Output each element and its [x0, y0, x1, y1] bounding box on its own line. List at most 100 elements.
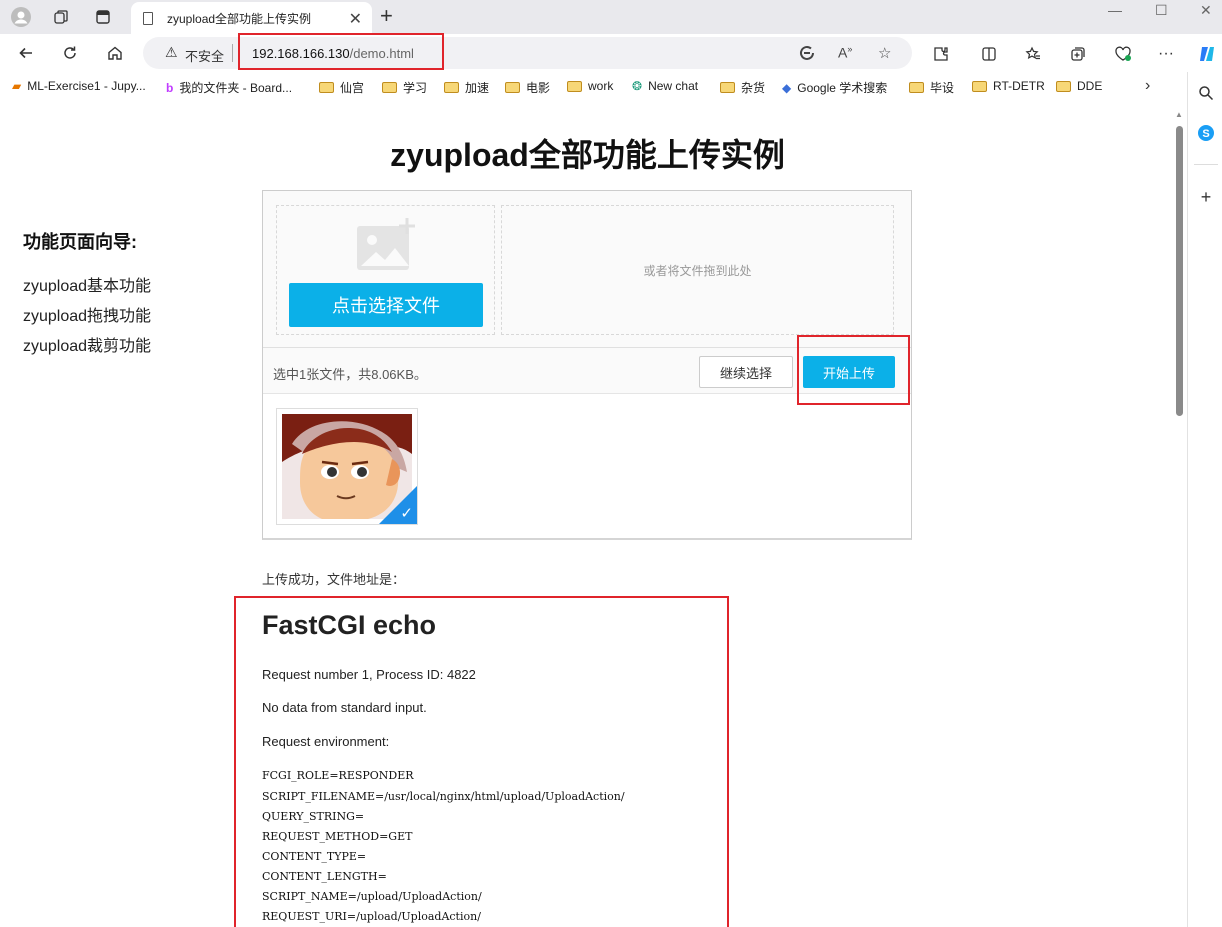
choose-file-button[interactable]: 点击选择文件	[289, 283, 483, 327]
navigation-bar: ⚠ 不安全 192.168.166.130/demo.html A» ☆ ···	[0, 34, 1222, 72]
bookmark-label: Google 学术搜索	[797, 81, 888, 95]
minimize-icon[interactable]: —	[1108, 2, 1122, 18]
bookmark-label: DDE	[1077, 79, 1103, 93]
bookmark-folder-study[interactable]: 学习	[382, 79, 427, 96]
workspaces-icon[interactable]	[50, 6, 72, 28]
drop-zone[interactable]: 或者将文件拖到此处	[501, 205, 894, 335]
back-icon[interactable]	[14, 41, 38, 65]
edge-sidebar: S +	[1187, 72, 1222, 927]
scrollbar-thumb[interactable]	[1176, 126, 1183, 416]
url-highlight-box	[238, 33, 444, 70]
warning-icon[interactable]: ⚠	[165, 44, 178, 61]
bookmark-folder-graduation[interactable]: 毕设	[909, 79, 954, 96]
bookmark-label: 电影	[526, 81, 551, 95]
bookmark-folder-speedup[interactable]: 加速	[444, 79, 489, 96]
tab-title: zyupload全部功能上传实例	[167, 11, 312, 26]
scholar-icon: ◆	[782, 80, 792, 95]
bookmark-folder-dde[interactable]: DDE	[1056, 79, 1102, 93]
home-icon[interactable]	[103, 41, 127, 65]
guide-link-crop[interactable]: zyupload裁剪功能	[23, 332, 151, 356]
env-line: QUERY_STRING=	[262, 810, 365, 823]
search-icon[interactable]	[1197, 84, 1215, 102]
bookmark-folder-rt-detr[interactable]: RT-DETR	[972, 79, 1045, 93]
profile-avatar-icon[interactable]	[10, 6, 32, 28]
bookmark-label: 学习	[403, 81, 428, 95]
start-upload-highlight-box	[797, 335, 910, 405]
bookmark-label: 加速	[465, 81, 490, 95]
bookmark-folder-xiangong[interactable]: 仙宫	[319, 79, 364, 96]
chevron-right-icon[interactable]: ›	[1145, 77, 1150, 95]
bookmark-label: ML-Exercise1 - Jupy...	[27, 79, 146, 93]
split-screen-icon[interactable]	[978, 43, 1000, 65]
close-tab-icon[interactable]: ✕	[349, 9, 362, 29]
checkmark-icon: ✓	[400, 505, 413, 522]
more-options-icon[interactable]: ···	[1155, 43, 1177, 65]
extensions-icon[interactable]	[930, 43, 952, 65]
request-number-line: Request number 1, Process ID: 4822	[262, 667, 476, 682]
folder-icon	[1056, 80, 1071, 92]
env-line: CONTENT_LENGTH=	[262, 870, 387, 883]
guide-link-drag[interactable]: zyupload拖拽功能	[23, 302, 151, 326]
vertical-scrollbar[interactable]: ▲	[1171, 102, 1187, 927]
stdin-status-line: No data from standard input.	[262, 700, 427, 715]
image-placeholder-icon	[357, 218, 415, 270]
fastcgi-heading: FastCGI echo	[262, 610, 437, 640]
thumbnail-area: ✓	[263, 395, 911, 537]
bookmark-google-scholar[interactable]: ◆ Google 学术搜索	[782, 79, 887, 96]
selection-status: 选中1张文件，共8.06KB。	[273, 367, 427, 382]
request-env-label: Request environment:	[262, 734, 390, 749]
bookmark-label: 杂货	[741, 81, 766, 95]
active-tab[interactable]: zyupload全部功能上传实例 ✕	[131, 2, 372, 34]
bookmark-label: 仙宫	[340, 81, 365, 95]
tab-actions-icon[interactable]	[92, 6, 114, 28]
svg-text:S: S	[1202, 128, 1209, 140]
favorite-star-icon[interactable]: ☆	[878, 44, 891, 62]
read-aloud-icon[interactable]: A»	[838, 44, 852, 61]
add-sidebar-app-icon[interactable]: +	[1197, 187, 1215, 207]
maximize-icon[interactable]: ☐	[1155, 2, 1168, 19]
edge-refresh-icon[interactable]	[798, 44, 816, 66]
env-line: REQUEST_METHOD=GET	[262, 830, 413, 843]
bookmark-label: New chat	[648, 79, 699, 93]
bookmark-folder-movies[interactable]: 电影	[505, 79, 550, 96]
scroll-up-arrow-icon[interactable]: ▲	[1175, 110, 1183, 119]
env-line: SCRIPT_FILENAME=/usr/local/nginx/html/up…	[262, 790, 625, 803]
guide-link-basic[interactable]: zyupload基本功能	[23, 272, 151, 296]
sidebar-divider	[1194, 164, 1218, 165]
folder-icon	[505, 82, 520, 93]
tab-strip: zyupload全部功能上传实例 ✕ + — ☐ ✕	[0, 0, 1222, 34]
address-separator	[232, 44, 233, 62]
continue-select-button[interactable]: 继续选择	[699, 356, 793, 388]
folder-icon	[972, 80, 987, 92]
copilot-icon[interactable]	[1196, 43, 1218, 65]
bookmark-board[interactable]: b 我的文件夹 - Board...	[166, 79, 292, 96]
bookmark-label: work	[588, 79, 614, 93]
new-tab-icon[interactable]: +	[380, 3, 393, 29]
favorites-icon[interactable]	[1022, 43, 1044, 65]
bookmark-label: RT-DETR	[993, 79, 1045, 93]
window-close-icon[interactable]: ✕	[1200, 2, 1212, 19]
bookmark-folder-misc[interactable]: 杂货	[720, 79, 765, 96]
refresh-icon[interactable]	[58, 41, 82, 65]
bookmark-label: 我的文件夹 - Board...	[179, 81, 293, 95]
bookmark-ml-exercise[interactable]: ▰ ML-Exercise1 - Jupy...	[12, 79, 146, 93]
env-line: SCRIPT_NAME=/upload/UploadAction/	[262, 890, 482, 903]
bookmark-new-chat[interactable]: ❂ New chat	[632, 79, 698, 93]
file-pick-box[interactable]: 点击选择文件	[276, 205, 495, 335]
bookmarks-bar: ▰ ML-Exercise1 - Jupy... b 我的文件夹 - Board..…	[0, 72, 1222, 102]
folder-icon	[909, 82, 924, 93]
bookmark-label: 毕设	[930, 81, 955, 95]
page-icon	[143, 11, 153, 25]
bookmark-folder-work[interactable]: work	[567, 79, 613, 93]
upload-select-area: 点击选择文件 或者将文件拖到此处	[263, 191, 911, 348]
page-viewport: zyupload全部功能上传实例 功能页面向导: zyupload基本功能 zy…	[0, 102, 1187, 927]
folder-icon	[382, 82, 397, 93]
collections-icon[interactable]	[1067, 43, 1089, 65]
selected-file-thumbnail[interactable]: ✓	[276, 408, 418, 525]
insecure-label[interactable]: 不安全	[185, 46, 224, 65]
env-line: FCGI_ROLE=RESPONDER	[262, 769, 414, 782]
folder-icon	[720, 82, 735, 93]
browser-essentials-icon[interactable]	[1112, 43, 1134, 65]
skype-icon[interactable]: S	[1197, 124, 1215, 142]
chatgpt-icon: ❂	[632, 79, 643, 93]
